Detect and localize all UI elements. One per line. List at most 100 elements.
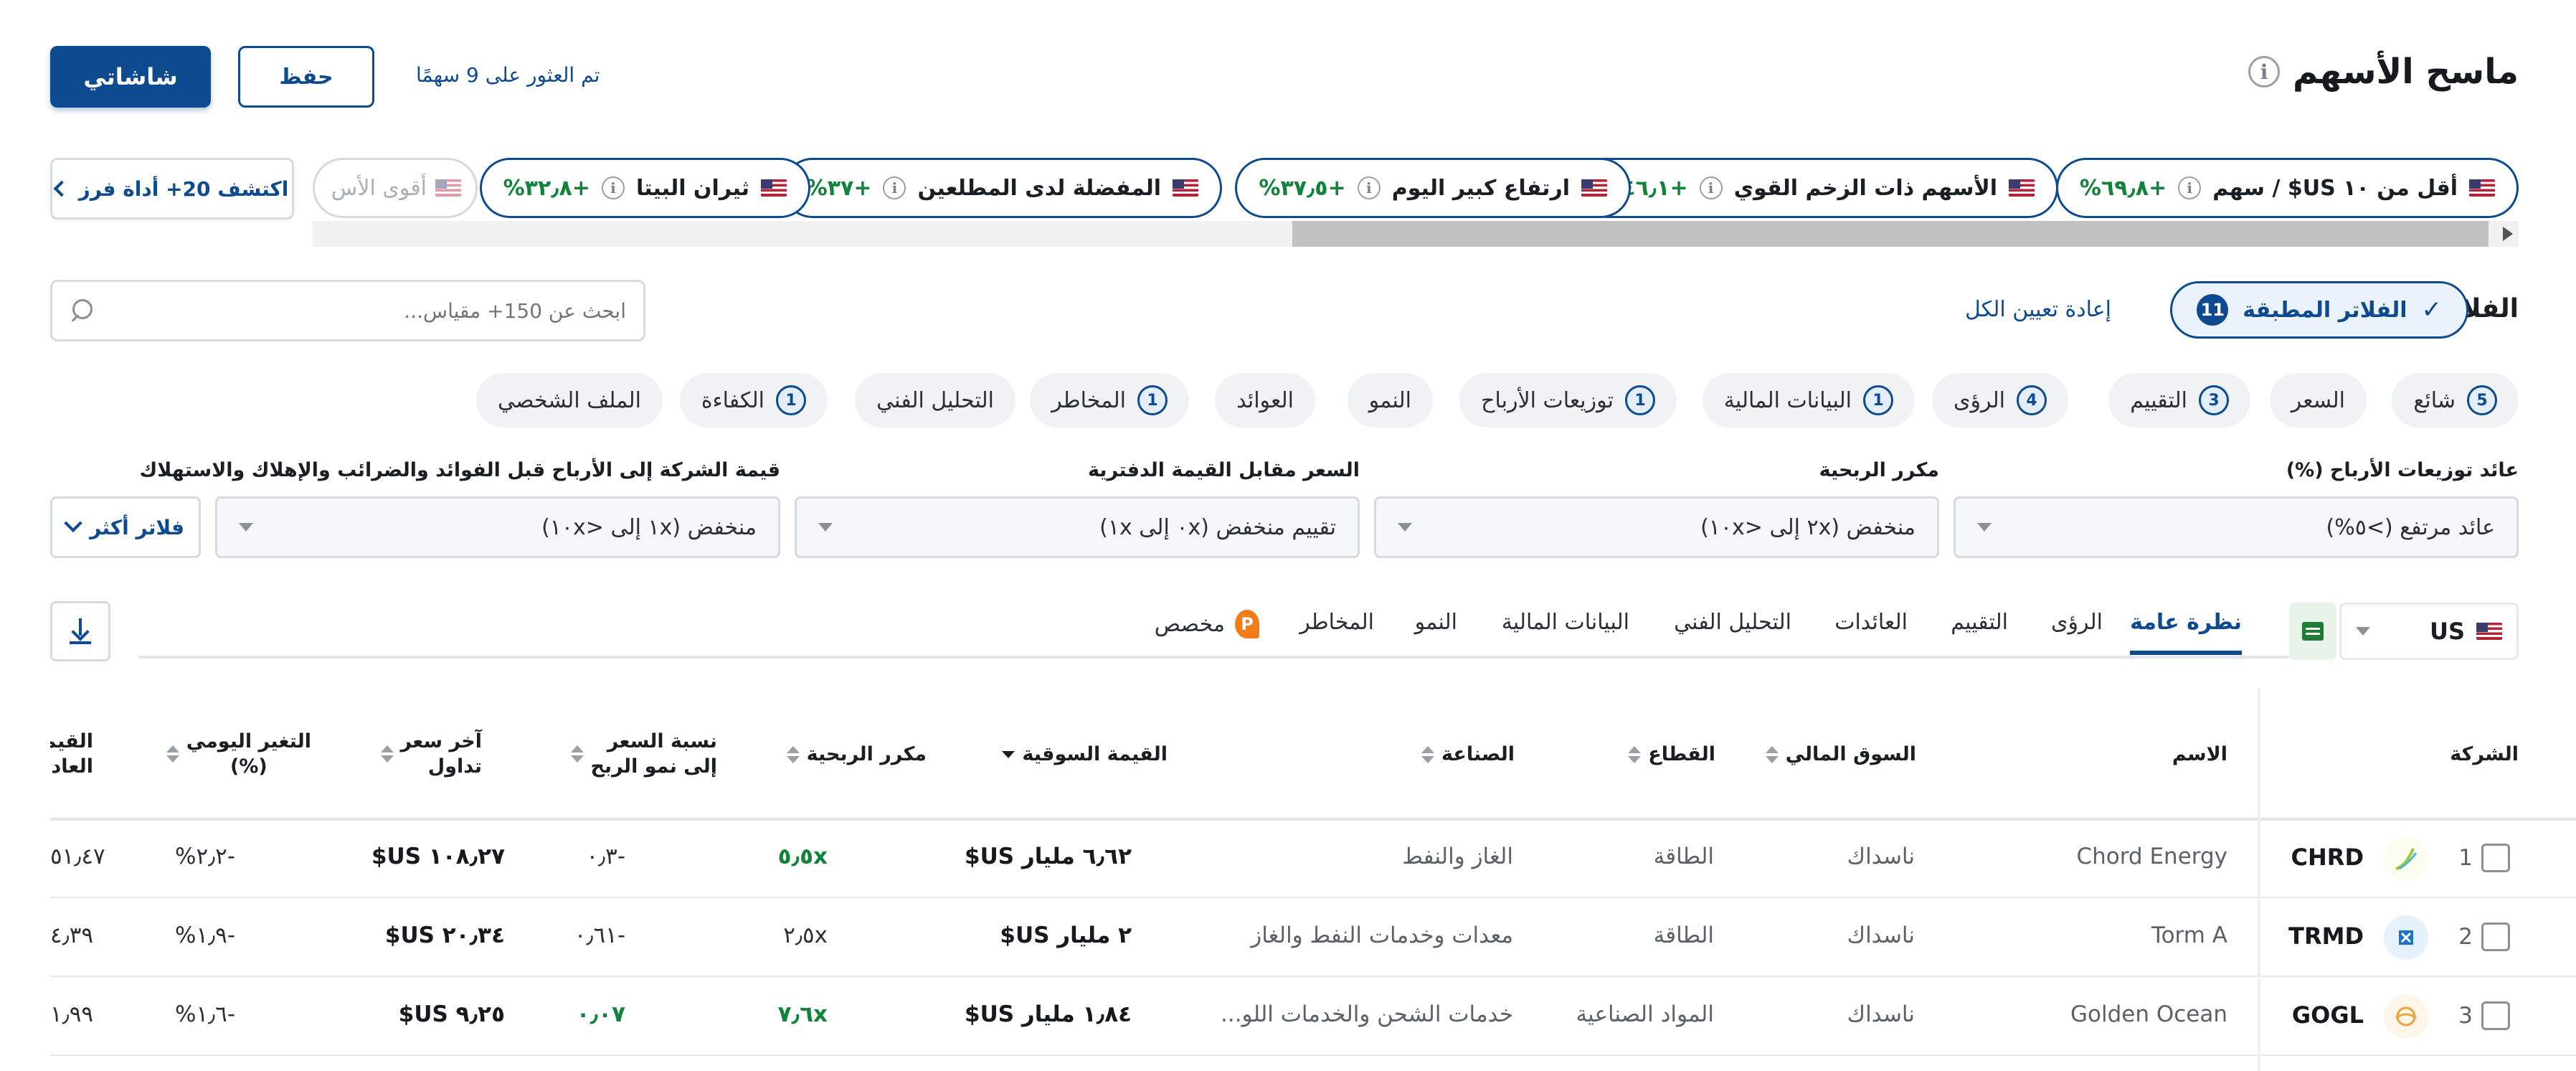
preset-chip-label: ارتفاع كبير اليوم bbox=[1391, 175, 1570, 201]
preset-chip-beta-bulls[interactable]: ثيران البيتا i +٣٢٫٨% bbox=[479, 158, 810, 218]
table-row-3[interactable] bbox=[2481, 1001, 2510, 1036]
preset-chip-insider-favorites[interactable]: المفضلة لدى المطلعين i +٣٧% bbox=[782, 158, 1222, 218]
category-popular[interactable]: 5 شائع bbox=[2392, 373, 2519, 428]
pb-select[interactable]: تقييم منخفض (٠x إلى ١x) bbox=[795, 496, 1360, 558]
table-row-1[interactable] bbox=[2481, 844, 2510, 878]
col-header-last-price[interactable]: آخر سعر تداول bbox=[374, 729, 482, 779]
sort-icon bbox=[1765, 745, 1779, 763]
row-checkbox[interactable] bbox=[2481, 844, 2510, 872]
tab-risk[interactable]: المخاطر bbox=[1299, 610, 1374, 651]
tab-financials[interactable]: البيانات المالية bbox=[1502, 610, 1629, 651]
chevron-down-icon bbox=[64, 514, 82, 533]
scroll-right-arrow-icon[interactable] bbox=[2503, 227, 2513, 241]
category-growth[interactable]: النمو bbox=[1347, 373, 1433, 428]
select-value: منخفض (١x إلى <١٠x) bbox=[541, 514, 757, 540]
download-button[interactable] bbox=[50, 601, 110, 661]
discover-screeners-button[interactable]: اكتشف 20+ أداة فرز bbox=[50, 158, 294, 220]
table-row-2[interactable] bbox=[2481, 923, 2510, 957]
col-header-fair-value[interactable]: القيمة العادلة bbox=[50, 729, 93, 779]
reset-all-link[interactable]: إعادة تعيين الكل bbox=[1965, 297, 2111, 322]
category-insights[interactable]: 4 الرؤى bbox=[1932, 373, 2068, 428]
col-header-daily-change[interactable]: التغير اليومي (%) bbox=[159, 729, 311, 779]
col-header-name[interactable]: الاسم bbox=[2172, 742, 2227, 767]
info-icon[interactable]: i bbox=[2248, 56, 2281, 88]
row-ticker[interactable]: GOGL bbox=[2292, 1001, 2364, 1029]
col-header-label-2: إلى نمو الربح bbox=[590, 755, 717, 778]
metric-search-input[interactable] bbox=[107, 298, 626, 323]
col-header-market-cap[interactable]: القيمة السوقية bbox=[995, 742, 1168, 767]
tab-overview[interactable]: نظرة عامة bbox=[2130, 610, 2242, 655]
category-price[interactable]: السعر bbox=[2269, 373, 2367, 428]
category-efficiency[interactable]: 1 الكفاءة bbox=[679, 373, 828, 428]
category-returns[interactable]: العوائد bbox=[1215, 373, 1315, 428]
row-index: 1 bbox=[2458, 845, 2473, 871]
scrollbar-thumb[interactable] bbox=[1292, 221, 2489, 247]
row-name[interactable]: Chord Energy bbox=[2076, 844, 2227, 869]
tab-technicals[interactable]: التحليل الفني bbox=[1674, 610, 1791, 651]
company-logo[interactable] bbox=[2384, 915, 2428, 960]
row-daily-change: -١٫٦% bbox=[174, 1001, 235, 1027]
chevron-down-icon bbox=[239, 523, 253, 532]
save-button[interactable]: حفظ bbox=[238, 46, 374, 108]
dividend-yield-select[interactable]: عائد مرتفع (>٥%) bbox=[1954, 496, 2519, 558]
preset-chip-strong-momentum[interactable]: الأسهم ذات الزخم القوي i +٤٦٫١% bbox=[1577, 158, 2058, 218]
company-logo[interactable] bbox=[2384, 994, 2428, 1039]
col-header-pe[interactable]: مكرر الربحية bbox=[780, 742, 927, 767]
col-header-label-2: تداول bbox=[427, 755, 482, 778]
preset-chip-partial[interactable]: أقوى الأس bbox=[313, 158, 478, 218]
row-fair-value: ٤٫٣٩ bbox=[50, 923, 94, 948]
info-icon[interactable]: i bbox=[601, 176, 625, 199]
sticky-column-edge bbox=[2258, 689, 2260, 1071]
category-risk[interactable]: 1 المخاطر bbox=[1030, 373, 1189, 428]
category-financials[interactable]: 1 البيانات المالية bbox=[1702, 373, 1915, 428]
dividend-yield-label: عائد توزيعات الأرباح (%) bbox=[2286, 459, 2519, 481]
metric-search[interactable] bbox=[50, 280, 645, 341]
col-header-peg[interactable]: نسبة السعر إلى نمو الربح bbox=[564, 729, 717, 779]
tab-growth[interactable]: النمو bbox=[1415, 610, 1457, 651]
ev-ebitda-select[interactable]: منخفض (١x إلى <١٠x) bbox=[215, 496, 780, 558]
chevron-down-icon bbox=[1977, 523, 1992, 532]
my-screens-button[interactable]: شاشاتي bbox=[50, 46, 211, 108]
tab-insights[interactable]: الرؤى bbox=[2051, 610, 2103, 651]
sheet-view-button[interactable] bbox=[2289, 603, 2336, 660]
category-valuation[interactable]: 3 التقييم bbox=[2108, 373, 2250, 428]
category-technicals[interactable]: التحليل الفني bbox=[855, 373, 1015, 428]
more-filters-button[interactable]: فلاتر أكثر bbox=[50, 496, 201, 558]
info-icon[interactable]: i bbox=[1357, 176, 1381, 199]
preset-chip-under-10[interactable]: أقل من ١٠ US$ / سهم i +٦٩٫٨% bbox=[2055, 158, 2519, 218]
sort-icon bbox=[570, 745, 584, 763]
category-dividends[interactable]: 1 توزيعات الأرباح bbox=[1459, 373, 1677, 428]
company-logo[interactable] bbox=[2384, 836, 2428, 881]
chips-scrollbar[interactable] bbox=[313, 221, 2519, 247]
tab-custom[interactable]: P مخصص bbox=[1155, 610, 1259, 654]
torm-logo-icon bbox=[2384, 915, 2428, 960]
col-header-exchange[interactable]: السوق المالي bbox=[1758, 742, 1916, 767]
market-select[interactable]: US bbox=[2339, 603, 2519, 660]
info-icon[interactable]: i bbox=[2178, 176, 2202, 199]
col-header-industry[interactable]: الصناعة bbox=[1414, 742, 1515, 767]
applied-filters-button[interactable]: ✓ الفلاتر المطبقة 11 bbox=[2170, 281, 2468, 339]
col-header-label: القطاع bbox=[1648, 743, 1715, 765]
us-flag-icon bbox=[2476, 623, 2502, 640]
row-index: 3 bbox=[2458, 1003, 2473, 1029]
info-icon[interactable]: i bbox=[1699, 176, 1723, 199]
tab-returns[interactable]: العائدات bbox=[1834, 610, 1908, 651]
row-ticker[interactable]: TRMD bbox=[2288, 923, 2364, 950]
row-checkbox[interactable] bbox=[2481, 923, 2510, 951]
col-header-sector[interactable]: القطاع bbox=[1621, 742, 1715, 767]
preset-chip-big-gainers[interactable]: ارتفاع كبير اليوم i +٣٧٫٥% bbox=[1235, 158, 1631, 218]
row-name[interactable]: Golden Ocean bbox=[2070, 1001, 2227, 1027]
row-name[interactable]: Torm A bbox=[2151, 923, 2227, 948]
row-divider bbox=[50, 1055, 2576, 1056]
row-industry: خدمات الشحن والخدمات اللو... bbox=[1221, 1001, 1513, 1027]
us-flag-icon bbox=[1581, 179, 1607, 197]
row-ticker[interactable]: CHRD bbox=[2291, 844, 2364, 871]
preset-chip-label: ثيران البيتا bbox=[635, 175, 749, 201]
col-header-company[interactable]: الشركة bbox=[2450, 742, 2519, 767]
tab-valuation[interactable]: التقييم bbox=[1951, 610, 2008, 651]
pe-select[interactable]: منخفض (٢x إلى <١٠x) bbox=[1374, 496, 1939, 558]
preset-chip-label: المفضلة لدى المطلعين bbox=[917, 175, 1161, 201]
info-icon[interactable]: i bbox=[883, 176, 906, 199]
category-profile[interactable]: الملف الشخصي bbox=[476, 373, 663, 428]
row-checkbox[interactable] bbox=[2481, 1001, 2510, 1030]
